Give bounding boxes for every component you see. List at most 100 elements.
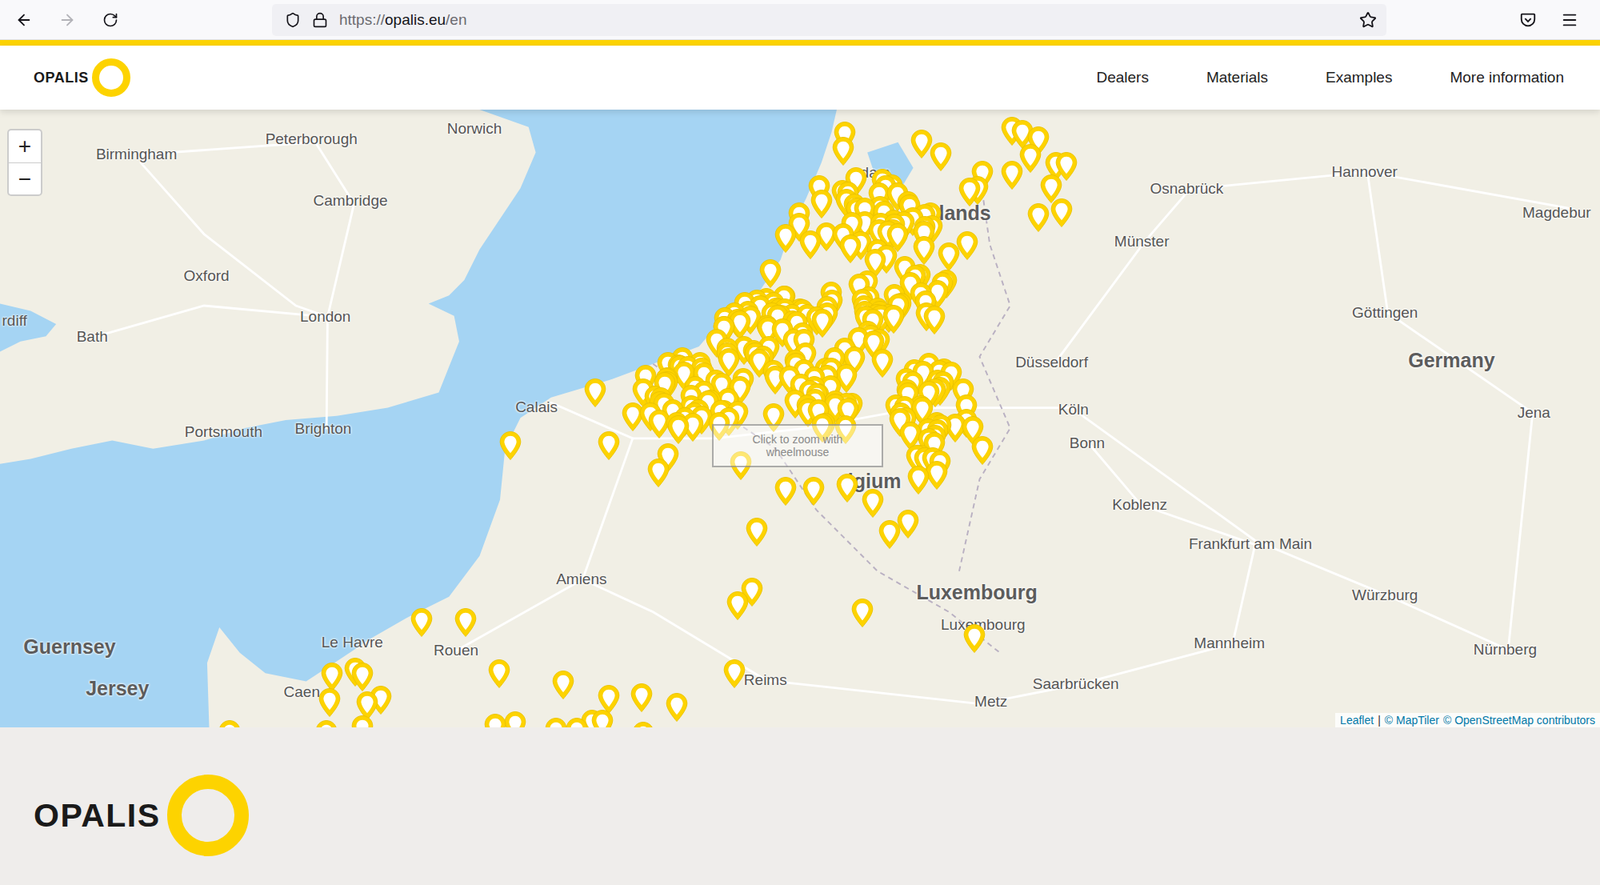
map-label: Münster — [1114, 232, 1170, 251]
map-pin-icon[interactable] — [630, 682, 653, 713]
map-pin-icon[interactable] — [923, 304, 946, 336]
reload-icon[interactable] — [102, 12, 119, 28]
map-pin-icon[interactable] — [836, 472, 859, 504]
map-pin-icon[interactable] — [584, 377, 607, 408]
map-pin-icon[interactable] — [956, 230, 979, 261]
map-pin-icon[interactable] — [1019, 143, 1042, 174]
nav-link[interactable]: More information — [1449, 64, 1564, 92]
address-bar[interactable]: https://opalis.eu/en — [272, 4, 1387, 36]
map-pin-icon[interactable] — [1050, 197, 1073, 228]
map-label: Nürnberg — [1473, 640, 1537, 659]
map[interactable]: BirminghamPeterboroughNorwichCambridgeOx… — [0, 109, 1600, 728]
map-pin-icon[interactable] — [851, 597, 874, 628]
url-host: opalis.eu — [384, 11, 446, 28]
map-pin-icon[interactable] — [971, 435, 994, 466]
map-pin-icon[interactable] — [799, 229, 822, 260]
logo-text[interactable]: OPALIS — [33, 69, 89, 87]
map-pin-icon[interactable] — [665, 692, 688, 723]
zoom-control: +− — [7, 128, 43, 196]
zoom-hint: Click to zoom with wheelmouse — [712, 424, 884, 468]
map-pin-icon[interactable] — [410, 607, 433, 638]
map-pin-icon[interactable] — [315, 719, 338, 728]
site-header: OPALIS Dealers Materials Examples More infor… — [0, 45, 1600, 110]
map-label: Jena — [1517, 404, 1551, 422]
pocket-button[interactable] — [1510, 4, 1546, 36]
map-pin-icon[interactable] — [552, 669, 575, 700]
map-pin-icon[interactable] — [597, 430, 620, 461]
map-pin-icon[interactable] — [1055, 151, 1078, 182]
map-pin-icon[interactable] — [351, 661, 374, 692]
map-pin-icon[interactable] — [504, 710, 527, 728]
zoom-button[interactable]: + — [8, 130, 41, 163]
map-pin-icon[interactable] — [878, 519, 901, 550]
map-pin-icon[interactable] — [723, 658, 746, 689]
map-pin-icon[interactable] — [912, 235, 936, 266]
toolbar-actions — [1510, 4, 1594, 36]
bookmark-star-icon[interactable] — [1359, 11, 1377, 29]
map-pin-icon[interactable] — [647, 457, 670, 488]
map-pin-icon[interactable] — [488, 658, 511, 689]
map-pin-icon[interactable] — [929, 141, 952, 172]
attribution-link[interactable]: © MapTiler — [1384, 713, 1440, 727]
map-pin-icon[interactable] — [499, 430, 522, 461]
reload-button[interactable] — [92, 4, 128, 36]
map-pin-icon[interactable] — [802, 476, 825, 507]
map-pin-icon[interactable] — [318, 687, 341, 718]
map-label: Luxembourg — [916, 580, 1037, 604]
map-pin-icon[interactable] — [910, 128, 933, 160]
nav-link[interactable]: Dealers — [1096, 64, 1148, 92]
map-label: lands — [938, 200, 991, 224]
map-pin-icon[interactable] — [958, 176, 981, 208]
map-pin-icon[interactable] — [896, 508, 920, 540]
footer-logo[interactable]: OPALIS — [33, 774, 249, 856]
map-pin-icon[interactable] — [1000, 160, 1024, 191]
map-pin-icon[interactable] — [667, 414, 690, 445]
back-button[interactable] — [6, 4, 42, 36]
menu-button[interactable] — [1552, 4, 1588, 36]
map-label: Le Havre — [321, 633, 384, 652]
map-pin-icon[interactable] — [454, 607, 477, 638]
map-pin-icon[interactable] — [218, 719, 241, 728]
map-pin-icon[interactable] — [759, 258, 782, 289]
map-pin-icon[interactable] — [839, 233, 862, 264]
browser-window: https://opalis.eu/en OPALIS Dealers Materia… — [0, 0, 1600, 885]
shield-icon[interactable] — [284, 12, 301, 28]
lock-icon[interactable] — [312, 12, 328, 28]
map-label: Saarbrücken — [1032, 675, 1120, 693]
map-pin-icon[interactable] — [882, 304, 905, 335]
map-pin-icon[interactable] — [832, 136, 855, 167]
attribution-link[interactable]: Leaflet — [1340, 713, 1374, 727]
nav-link[interactable]: Materials — [1206, 64, 1268, 92]
back-arrow-icon[interactable] — [15, 11, 33, 29]
attribution-link[interactable]: © OpenStreetMap contributors — [1443, 713, 1596, 727]
map-label: Bonn — [1069, 434, 1105, 452]
map-pin-icon[interactable] — [774, 476, 797, 507]
zoom-button[interactable]: − — [8, 162, 41, 195]
map-pin-icon[interactable] — [320, 661, 344, 692]
url-text[interactable]: https://opalis.eu/en — [339, 11, 1348, 29]
map-pin-icon[interactable] — [565, 716, 588, 728]
footer-logo-text[interactable]: OPALIS — [33, 796, 161, 835]
map-pin-icon[interactable] — [726, 590, 749, 621]
map-pin-icon[interactable] — [591, 708, 614, 728]
nav-link[interactable]: Examples — [1325, 64, 1392, 92]
map-pin-icon[interactable] — [871, 348, 894, 379]
map-pin-icon[interactable] — [484, 712, 507, 728]
map-pin-icon[interactable] — [907, 464, 930, 496]
map-pin-icon[interactable] — [1027, 202, 1050, 233]
map-label: Bath — [76, 328, 108, 346]
map-pin-icon[interactable] — [632, 720, 655, 728]
map-label: Köln — [1058, 400, 1089, 419]
map-pin-icon[interactable] — [861, 488, 884, 519]
map-pin-icon[interactable] — [544, 716, 568, 728]
map-pin-icon[interactable] — [774, 223, 797, 254]
menu-icon[interactable] — [1560, 11, 1579, 29]
map-pin-icon[interactable] — [745, 516, 768, 548]
map-pin-icon[interactable] — [963, 623, 986, 654]
map-pin-icon[interactable] — [351, 714, 374, 728]
header-logo[interactable]: OPALIS — [33, 58, 131, 97]
map-pin-icon[interactable] — [937, 241, 960, 272]
map-pin-icon[interactable] — [811, 308, 834, 339]
pocket-icon[interactable] — [1519, 11, 1537, 29]
map-pin-icon[interactable] — [810, 188, 833, 220]
